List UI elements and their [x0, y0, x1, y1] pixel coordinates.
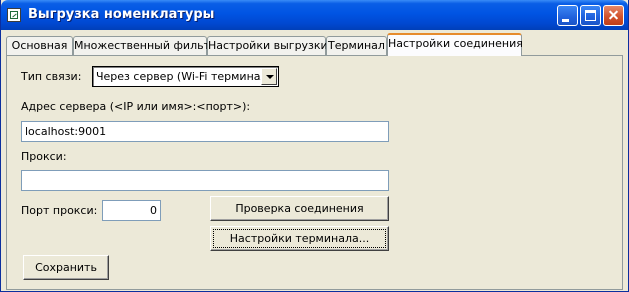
proxy-label: Прокси:	[21, 150, 67, 163]
server-address-input[interactable]: localhost:9001	[21, 121, 389, 142]
tab-main[interactable]: Основная	[6, 36, 73, 56]
app-icon	[7, 8, 21, 22]
proxy-input[interactable]	[21, 170, 389, 191]
app-window: Выгрузка номенклатуры Основная Множестве…	[0, 0, 629, 292]
tab-export-settings[interactable]: Настройки выгрузки	[207, 36, 328, 56]
terminal-settings-button[interactable]: Настройки терминала...	[210, 226, 389, 251]
close-button[interactable]	[603, 5, 624, 26]
tab-strip: Основная Множественный фильтр Настройки …	[1, 30, 628, 56]
server-address-label: Адрес сервера (<IP или имя>:<порт>):	[21, 100, 251, 113]
title-bar[interactable]: Выгрузка номенклатуры	[1, 0, 628, 30]
minimize-button[interactable]	[557, 5, 578, 26]
connection-settings-panel: Тип связи: Через сервер (Wi-Fi терминалы…	[6, 55, 623, 290]
minimize-icon	[562, 19, 569, 22]
tab-connection-settings[interactable]: Настройки соединения	[387, 33, 523, 56]
check-connection-button[interactable]: Проверка соединения	[210, 196, 389, 221]
close-icon	[604, 6, 623, 25]
maximize-button[interactable]	[580, 5, 601, 26]
connection-type-value: Через сервер (Wi-Fi терминалы	[96, 70, 277, 83]
maximize-icon	[585, 10, 596, 21]
window-title: Выгрузка номенклатуры	[28, 7, 215, 22]
tab-multiple-filter[interactable]: Множественный фильтр	[73, 36, 217, 56]
connection-type-select[interactable]: Через сервер (Wi-Fi терминалы	[92, 66, 279, 87]
proxy-port-label: Порт прокси:	[21, 204, 98, 217]
chevron-down-icon[interactable]	[261, 68, 277, 85]
proxy-port-input[interactable]: 0	[102, 200, 161, 221]
tab-terminal[interactable]: Терминал	[326, 36, 387, 56]
connection-type-label: Тип связи:	[21, 70, 82, 83]
save-button[interactable]: Сохранить	[23, 255, 109, 280]
